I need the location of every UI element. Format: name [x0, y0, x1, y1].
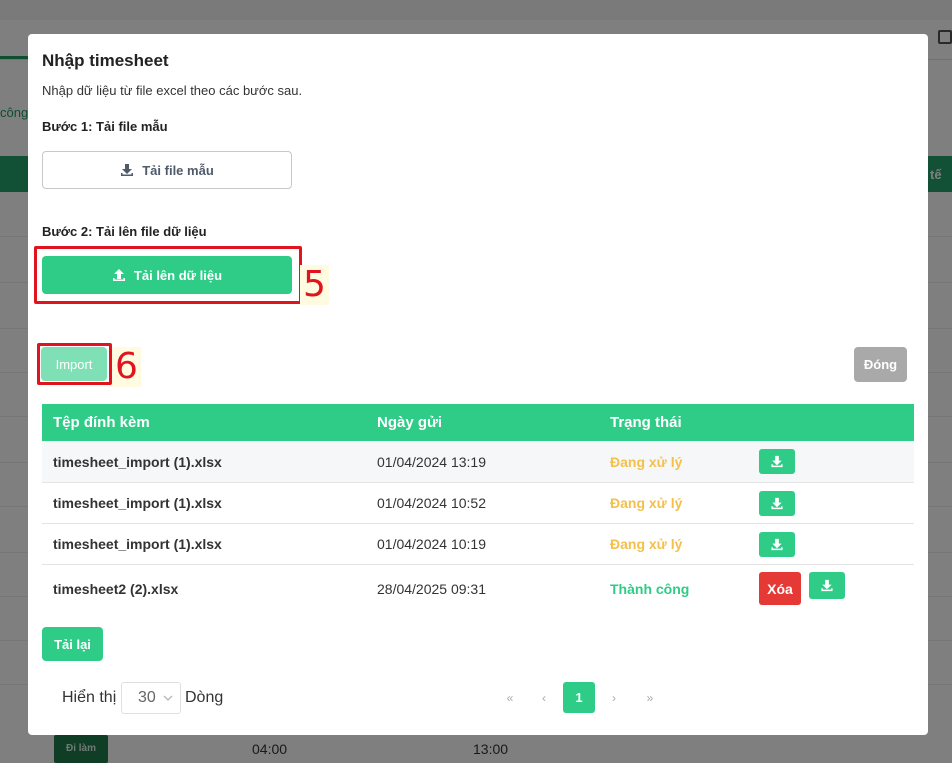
- page-size-select[interactable]: 30: [121, 682, 181, 714]
- annotation-number-5: 5: [300, 265, 329, 305]
- highlight-box-6: [37, 343, 112, 385]
- file-name: timesheet_import (1).xlsx: [53, 536, 222, 552]
- download-file-button[interactable]: [809, 572, 845, 599]
- sent-date: 01/04/2024 10:19: [377, 536, 486, 552]
- annotation-number-6: 6: [112, 347, 141, 387]
- download-icon: [771, 497, 783, 509]
- download-icon: [771, 455, 783, 468]
- header-sent-date: Ngày gửi: [377, 414, 443, 431]
- table-row: timesheet_import (1).xlsx 01/04/2024 10:…: [42, 483, 914, 524]
- prev-page-button[interactable]: ‹: [536, 682, 552, 713]
- download-file-button[interactable]: [759, 531, 795, 557]
- rows-label: Dòng: [185, 689, 224, 706]
- download-template-button[interactable]: Tải file mẫu: [42, 151, 292, 189]
- status-badge: Thành công: [610, 580, 690, 597]
- page-1-button[interactable]: 1: [563, 682, 595, 713]
- file-name: timesheet_import (1).xlsx: [53, 495, 222, 511]
- chevron-down-icon: [163, 695, 173, 701]
- download-icon: [771, 538, 783, 550]
- import-timesheet-modal: Nhập timesheet Nhập dữ liệu từ file exce…: [28, 34, 928, 735]
- download-file-button[interactable]: [759, 449, 795, 474]
- step1-label: Bước 1: Tải file mẫu: [42, 119, 168, 134]
- highlight-box-5: [34, 246, 302, 304]
- close-button[interactable]: Đóng: [854, 347, 907, 382]
- first-page-button[interactable]: «: [502, 682, 518, 713]
- table-row: timesheet_import (1).xlsx 01/04/2024 13:…: [42, 441, 914, 483]
- last-page-button[interactable]: »: [642, 682, 658, 713]
- row-actions: [759, 490, 914, 516]
- delete-button[interactable]: Xóa: [759, 572, 801, 605]
- header-status: Trạng thái: [610, 414, 682, 431]
- status-badge: Đang xử lý: [610, 495, 683, 511]
- table-row: timesheet_import (1).xlsx 01/04/2024 10:…: [42, 524, 914, 565]
- file-name: timesheet_import (1).xlsx: [53, 453, 222, 470]
- header-attachment: Tệp đính kèm: [53, 414, 150, 431]
- table-header: Tệp đính kèm Ngày gửi Trạng thái: [42, 404, 914, 441]
- download-icon: [121, 164, 134, 176]
- status-badge: Đang xử lý: [610, 453, 683, 470]
- step2-label: Bước 2: Tải lên file dữ liệu: [42, 224, 207, 239]
- row-actions: Xóa: [759, 572, 914, 605]
- download-file-button[interactable]: [759, 490, 795, 516]
- table-row: timesheet2 (2).xlsx 28/04/2025 09:31 Thà…: [42, 565, 914, 612]
- file-name: timesheet2 (2).xlsx: [53, 580, 179, 597]
- download-icon: [821, 579, 833, 592]
- upload-history-table: Tệp đính kèm Ngày gửi Trạng thái timeshe…: [42, 404, 914, 612]
- sent-date: 28/04/2025 09:31: [377, 580, 486, 597]
- row-actions: [759, 449, 914, 474]
- reload-button[interactable]: Tải lại: [42, 627, 103, 661]
- next-page-button[interactable]: ›: [606, 682, 622, 713]
- download-template-label: Tải file mẫu: [142, 162, 214, 178]
- status-badge: Đang xử lý: [610, 536, 683, 552]
- row-actions: [759, 531, 914, 557]
- sent-date: 01/04/2024 10:52: [377, 495, 486, 511]
- modal-title: Nhập timesheet: [42, 51, 169, 70]
- page-size-value: 30: [138, 689, 156, 706]
- show-label: Hiển thị: [62, 689, 117, 706]
- sent-date: 01/04/2024 13:19: [377, 453, 486, 470]
- modal-description: Nhập dữ liệu từ file excel theo các bước…: [42, 83, 303, 98]
